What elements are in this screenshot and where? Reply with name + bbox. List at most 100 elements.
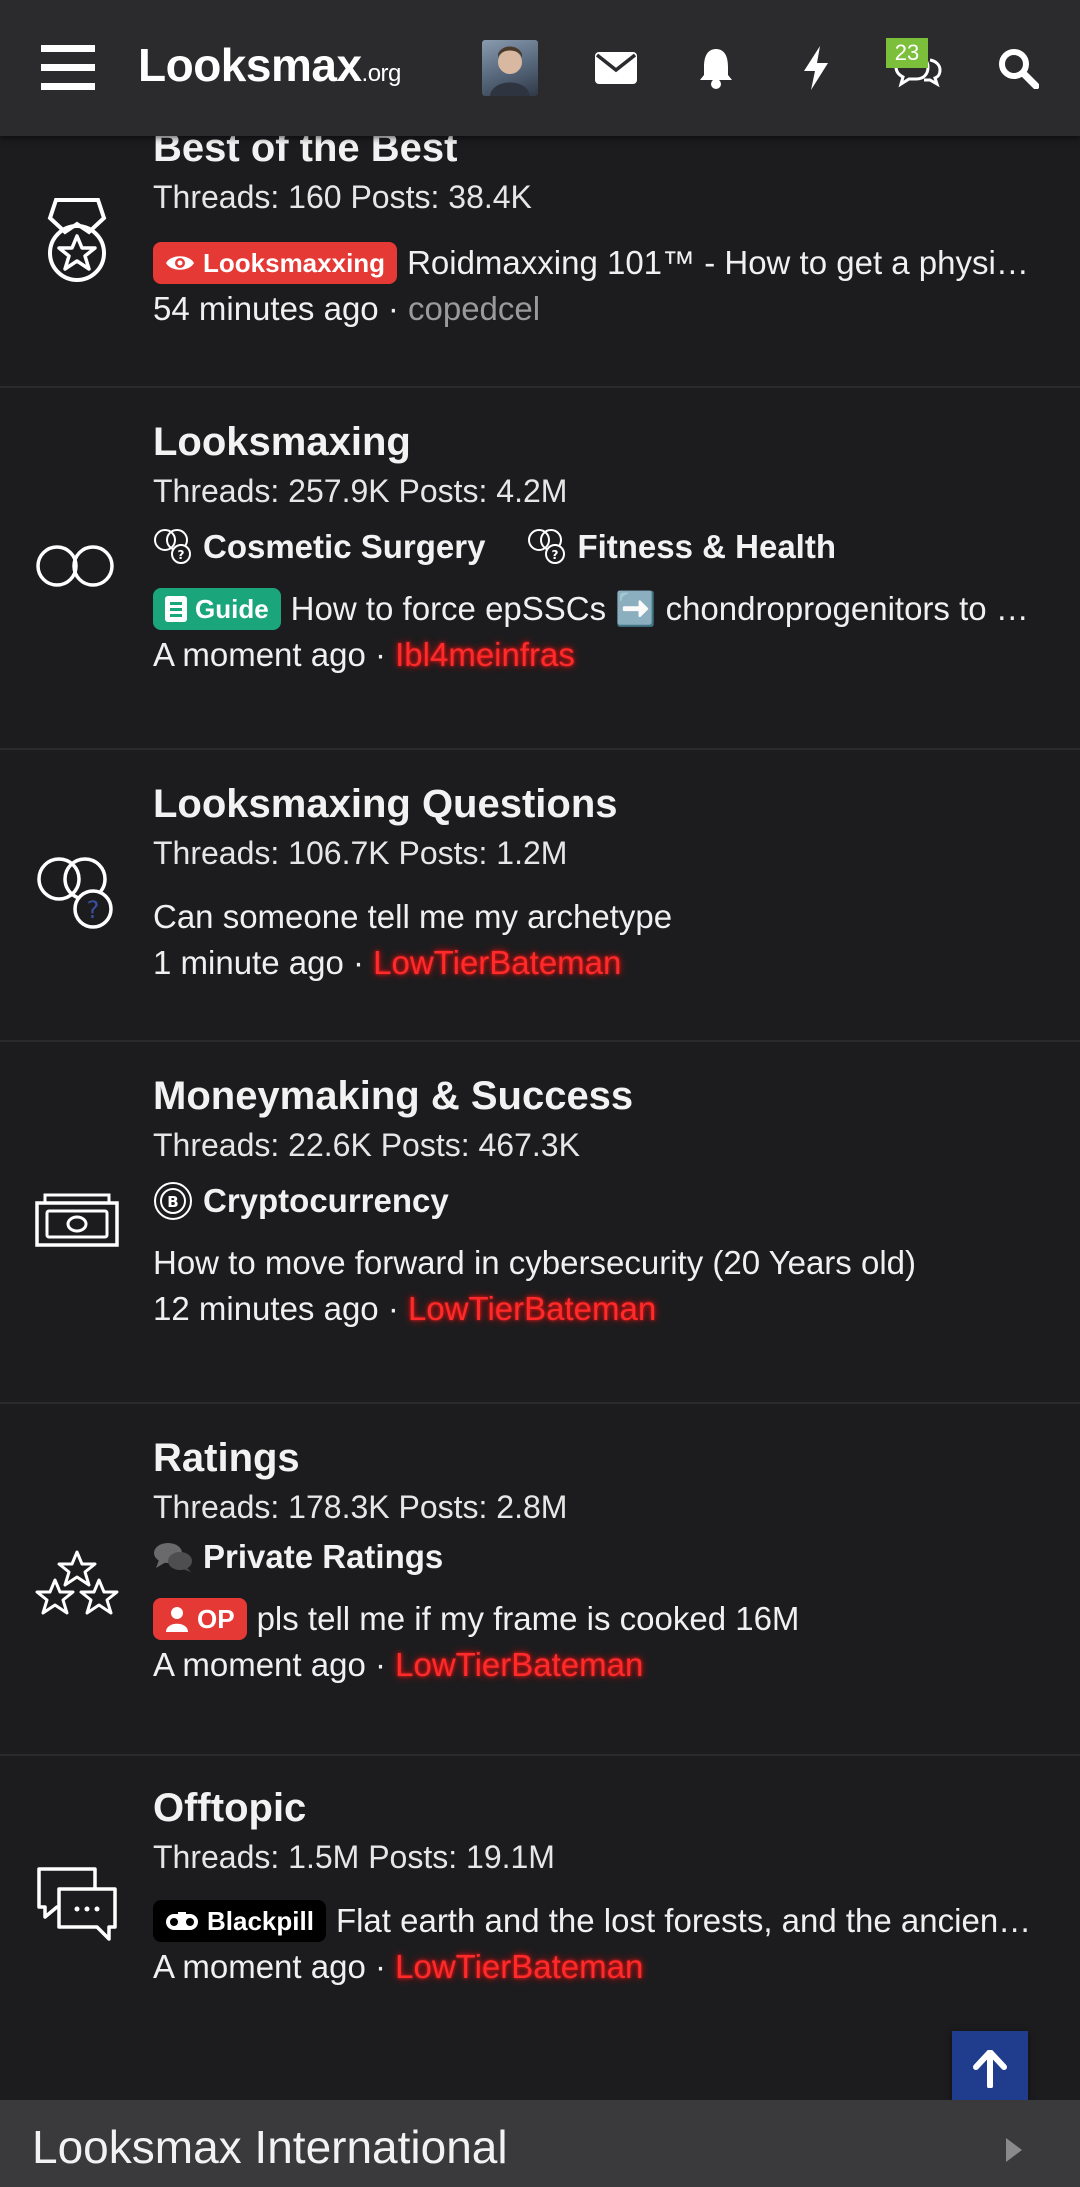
latest-username[interactable]: LowTierBateman xyxy=(395,1948,643,1985)
category-header[interactable]: Looksmax International xyxy=(0,2100,1080,2187)
forum-stats: Threads: 178.3K Posts: 2.8M xyxy=(153,1489,568,1525)
forum-list: Best of the Best Threads: 160 Posts: 38.… xyxy=(0,126,1080,2086)
latest-thread[interactable]: Blackpill Flat earth and the lost forest… xyxy=(153,1898,1056,1944)
menu-icon[interactable] xyxy=(36,0,100,136)
latest-meta: 1 minute ago · LowTierBateman xyxy=(153,944,622,981)
latest-meta: A moment ago · Ibl4meinfras xyxy=(153,636,575,673)
forum-row-ratings[interactable]: Ratings Threads: 178.3K Posts: 2.8M Priv… xyxy=(0,1404,1080,1756)
latest-thread[interactable]: Looksmaxxing Roidmaxxing 101™ - How to g… xyxy=(153,240,1056,286)
latest-username[interactable]: Ibl4meinfras xyxy=(395,636,575,673)
forum-row-looksmaxing[interactable]: Looksmaxing Threads: 257.9K Posts: 4.2M … xyxy=(0,388,1080,750)
prefix-label: Looksmaxxing xyxy=(203,248,386,278)
forum-row-moneymaking-success[interactable]: Moneymaking & Success Threads: 22.6K Pos… xyxy=(0,1042,1080,1404)
prefix-badge-looksmaxxing[interactable]: Looksmaxxing xyxy=(153,242,398,284)
prefix-badge-guide[interactable]: Guide xyxy=(153,588,281,630)
lightning-icon[interactable] xyxy=(796,0,836,136)
scroll-to-top-button[interactable] xyxy=(952,2031,1028,2107)
question-rings-icon: ? xyxy=(32,850,122,940)
latest-time: A moment ago xyxy=(153,1948,366,1985)
subforum-label: Cosmetic Surgery xyxy=(203,528,486,565)
forum-stats: Threads: 22.6K Posts: 467.3K xyxy=(153,1127,580,1163)
latest-thread-title[interactable]: How to force epSSCs ➡️ chondroprogenitor… xyxy=(291,586,1029,632)
latest-thread[interactable]: OP pls tell me if my frame is cooked 16M xyxy=(153,1596,1056,1642)
latest-time: 12 minutes ago xyxy=(153,1290,379,1327)
forum-stats: Threads: 1.5M Posts: 19.1M xyxy=(153,1839,555,1875)
search-icon[interactable] xyxy=(992,0,1044,136)
latest-time: A moment ago xyxy=(153,636,366,673)
bell-icon[interactable] xyxy=(692,0,740,136)
user-icon xyxy=(166,1607,188,1632)
latest-thread-title[interactable]: Roidmaxxing 101™ - How to get a physi… xyxy=(407,240,1029,286)
conversations-count-badge: 23 xyxy=(886,38,928,68)
logo-main-text: Looksmax xyxy=(138,39,362,91)
avatar[interactable] xyxy=(482,40,538,96)
question-rings-icon: ? xyxy=(528,529,566,564)
question-rings-icon: ? xyxy=(154,529,191,564)
latest-thread[interactable]: Guide How to force epSSCs ➡️ chondroprog… xyxy=(153,586,1056,632)
latest-thread-title[interactable]: Can someone tell me my archetype xyxy=(153,894,672,940)
latest-time: A moment ago xyxy=(153,1646,366,1683)
top-navigation-bar: Looksmax.org 23 xyxy=(0,0,1080,136)
prefix-badge-op[interactable]: OP xyxy=(153,1598,247,1640)
latest-meta: A moment ago · LowTierBateman xyxy=(153,1646,644,1683)
subforum-label: Fitness & Health xyxy=(577,528,836,565)
forum-stats: Threads: 160 Posts: 38.4K xyxy=(153,179,532,215)
prefix-label: Guide xyxy=(195,594,269,624)
subforum-label: Private Ratings xyxy=(203,1538,444,1575)
latest-thread-title[interactable]: How to move forward in cybersecurity (20… xyxy=(153,1240,916,1286)
subforum-label: Cryptocurrency xyxy=(203,1182,449,1219)
subforum-fitness-health[interactable]: ? Fitness & Health xyxy=(527,528,836,566)
subforum-list: Private Ratings xyxy=(153,1532,1056,1582)
conversations-icon[interactable] xyxy=(892,0,944,136)
chevron-right-icon[interactable] xyxy=(1004,2136,1024,2169)
infinity-rings-icon xyxy=(32,521,122,611)
svg-text:?: ? xyxy=(552,548,559,562)
svg-text:?: ? xyxy=(178,548,185,562)
prefix-label: OP xyxy=(197,1604,235,1634)
category-title[interactable]: Looksmax International xyxy=(32,2120,508,2174)
forum-title[interactable]: Looksmaxing xyxy=(153,418,1056,466)
latest-thread[interactable]: Can someone tell me my archetype xyxy=(153,894,1056,940)
latest-meta: A moment ago · LowTierBateman xyxy=(153,1948,644,1985)
latest-time: 54 minutes ago xyxy=(153,290,379,327)
latest-thread-title[interactable]: Flat earth and the lost forests, and the… xyxy=(336,1898,1031,1944)
latest-username[interactable]: LowTierBateman xyxy=(408,1290,656,1327)
latest-meta: 12 minutes ago · LowTierBateman xyxy=(153,1290,657,1327)
svg-text:?: ? xyxy=(87,896,100,924)
logo-tld-text: .org xyxy=(361,60,402,87)
medal-icon xyxy=(32,196,122,286)
stars-icon xyxy=(32,1538,122,1628)
forum-row-looksmaxing-questions[interactable]: ? Looksmaxing Questions Threads: 106.7K … xyxy=(0,750,1080,1042)
latest-username[interactable]: copedcel xyxy=(408,290,540,327)
subforum-cosmetic-surgery[interactable]: ? Cosmetic Surgery xyxy=(153,528,485,566)
latest-meta: 54 minutes ago · copedcel xyxy=(153,290,541,327)
latest-username[interactable]: LowTierBateman xyxy=(373,944,621,981)
subforum-list: B Cryptocurrency xyxy=(153,1176,1056,1226)
latest-username[interactable]: LowTierBateman xyxy=(395,1646,643,1683)
forum-title[interactable]: Moneymaking & Success xyxy=(153,1072,1056,1120)
subforum-list: ? Cosmetic Surgery ? Fitness & Health xyxy=(153,522,1056,572)
forum-stats: Threads: 106.7K Posts: 1.2M xyxy=(153,835,568,871)
latest-time: 1 minute ago xyxy=(153,944,344,981)
subforum-private-ratings[interactable]: Private Ratings xyxy=(153,1538,443,1576)
forum-title[interactable]: Offtopic xyxy=(153,1784,1056,1832)
latest-thread[interactable]: How to move forward in cybersecurity (20… xyxy=(153,1240,1056,1286)
latest-thread-title[interactable]: pls tell me if my frame is cooked 16M xyxy=(257,1596,800,1642)
pill-icon xyxy=(166,1912,198,1930)
forum-row-best-of-the-best[interactable]: Best of the Best Threads: 160 Posts: 38.… xyxy=(0,126,1080,388)
chat-icon xyxy=(32,1860,122,1950)
eye-icon xyxy=(166,256,194,270)
book-icon xyxy=(165,596,187,622)
forum-row-offtopic[interactable]: Offtopic Threads: 1.5M Posts: 19.1M Blac… xyxy=(0,1756,1080,2086)
envelope-icon[interactable] xyxy=(590,0,642,136)
arrow-up-icon xyxy=(973,2050,1007,2088)
forum-stats: Threads: 257.9K Posts: 4.2M xyxy=(153,473,568,509)
chat-bubbles-icon xyxy=(154,1543,192,1572)
forum-title[interactable]: Looksmaxing Questions xyxy=(153,780,1056,828)
site-logo[interactable]: Looksmax.org xyxy=(138,38,401,92)
forum-title[interactable]: Ratings xyxy=(153,1434,1056,1482)
money-icon xyxy=(32,1174,122,1264)
prefix-badge-blackpill[interactable]: Blackpill xyxy=(153,1900,326,1942)
svg-text:B: B xyxy=(167,1193,178,1211)
subforum-cryptocurrency[interactable]: B Cryptocurrency xyxy=(153,1181,449,1221)
